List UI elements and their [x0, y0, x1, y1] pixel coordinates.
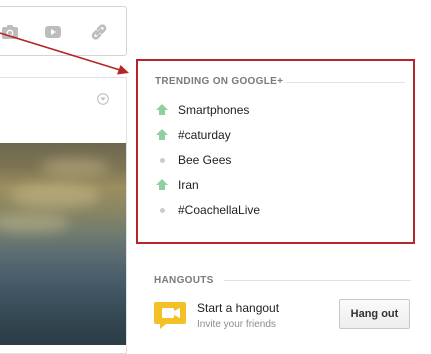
video-icon[interactable]: [44, 23, 62, 41]
trending-divider: [286, 82, 405, 83]
chevron-down-icon[interactable]: [97, 93, 109, 105]
trend-label: #caturday: [178, 128, 231, 142]
trending-title: TRENDING ON GOOGLE+: [155, 76, 284, 87]
trend-label: #CoachellaLive: [178, 203, 261, 217]
dot-icon: [155, 203, 169, 217]
trend-item-caturday[interactable]: #caturday: [155, 125, 231, 145]
trend-label: Iran: [178, 178, 199, 192]
up-arrow-icon: [155, 103, 169, 117]
invite-friends-label: Invite your friends: [197, 319, 276, 330]
hangouts-divider: [224, 280, 411, 281]
link-icon[interactable]: [90, 23, 108, 41]
up-arrow-icon: [155, 128, 169, 142]
camera-icon[interactable]: [1, 23, 19, 41]
trend-label: Bee Gees: [178, 153, 232, 167]
trend-item-smartphones[interactable]: Smartphones: [155, 100, 249, 120]
trend-item-coachellalive[interactable]: #CoachellaLive: [155, 200, 260, 220]
trend-label: Smartphones: [178, 103, 250, 117]
hang-out-button[interactable]: Hang out: [339, 299, 410, 329]
hangouts-title: HANGOUTS: [154, 275, 214, 286]
dot-icon: [155, 153, 169, 167]
post-image[interactable]: [0, 143, 126, 345]
trend-item-bee-gees[interactable]: Bee Gees: [155, 150, 231, 170]
hangout-video-icon: [154, 302, 186, 329]
up-arrow-icon: [155, 178, 169, 192]
trend-item-iran[interactable]: Iran: [155, 175, 199, 195]
trending-panel: TRENDING ON GOOGLE+ Smartphones #caturda…: [136, 59, 415, 244]
share-toolbar: [0, 6, 127, 56]
start-hangout-label[interactable]: Start a hangout: [197, 301, 279, 315]
